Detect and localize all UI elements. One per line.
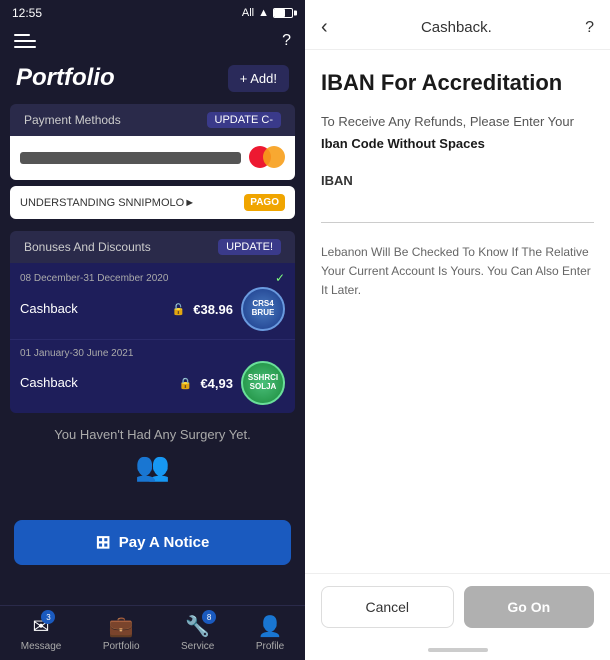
pay-notice-button[interactable]: ⊞ Pay A Notice — [14, 520, 291, 565]
cashback-item-2: 01 January-30 June 2021 Cashback 🔒 €4,93… — [10, 340, 295, 413]
service-icon: 🔧 8 — [185, 614, 210, 639]
pago-text: UNDERSTANDING SNNIPMOLO► — [20, 197, 195, 209]
note-text: Lebanon Will Be Checked To Know If The R… — [321, 243, 594, 301]
pago-row: UNDERSTANDING SNNIPMOLO► PAGO — [10, 186, 295, 219]
instruction-text: To Receive Any Refunds, Please Enter You… — [321, 112, 594, 153]
payment-methods-header: Payment Methods UPDATE C- — [10, 104, 295, 136]
network-label: All — [242, 7, 254, 19]
iban-input-wrapper — [321, 194, 594, 223]
portfolio-title: Portfolio — [16, 64, 115, 92]
cashback-label-1: Cashback — [20, 301, 78, 316]
cashback-badge-2: SSHRCI SOLJA — [241, 361, 285, 405]
bottom-indicator — [428, 648, 488, 652]
nav-profile[interactable]: 👤 Profile — [256, 614, 284, 652]
cashback-item-1: 08 December-31 December 2020 ✓ Cashback … — [10, 263, 295, 340]
right-help-icon[interactable]: ? — [585, 19, 594, 37]
cashback-amount-1: €38.96 — [193, 302, 233, 317]
help-icon[interactable]: ? — [282, 32, 291, 50]
no-surgery-message: You Haven't Had Any Surgery Yet. 👥 — [0, 413, 305, 512]
pago-logo: PAGO — [244, 194, 285, 211]
battery-icon — [273, 8, 293, 18]
right-panel-title: Cashback. — [421, 19, 492, 36]
iban-label: IBAN — [321, 173, 594, 188]
card-number-bar — [20, 152, 241, 164]
wifi-icon: ▲ — [258, 7, 269, 19]
nav-profile-label: Profile — [256, 641, 284, 652]
left-panel: 12:55 All ▲ ? Portfolio + Add! Payment M… — [0, 0, 305, 660]
time: 12:55 — [12, 6, 42, 20]
payment-methods-label: Payment Methods — [24, 113, 121, 127]
bonus-update-button[interactable]: UPDATE! — [218, 239, 281, 255]
payment-update-button[interactable]: UPDATE C- — [207, 112, 281, 128]
iban-input[interactable] — [321, 194, 594, 218]
unlock-icon-1: 🔓 — [172, 303, 186, 316]
nav-message-label: Message — [21, 641, 62, 652]
portfolio-header: Portfolio + Add! — [0, 60, 305, 104]
nav-message[interactable]: ✉ 3 Message — [21, 614, 62, 652]
message-badge: 3 — [41, 610, 55, 624]
go-on-button[interactable]: Go On — [464, 586, 595, 628]
nav-portfolio[interactable]: 💼 Portfolio — [103, 614, 140, 652]
lock-icon-2: 🔒 — [179, 377, 193, 390]
service-badge: 8 — [202, 610, 216, 624]
menu-button[interactable] — [14, 30, 42, 52]
back-button[interactable]: ‹ — [321, 16, 328, 39]
cashback-date-1: 08 December-31 December 2020 ✓ — [20, 271, 285, 285]
nav-portfolio-label: Portfolio — [103, 641, 140, 652]
mastercard-logo — [249, 146, 285, 170]
cashback-row-1: Cashback 🔓 €38.96 CRS4 BRUE — [20, 287, 285, 331]
card-container — [10, 136, 295, 180]
profile-icon: 👤 — [258, 614, 283, 639]
cashback-items: 08 December-31 December 2020 ✓ Cashback … — [10, 263, 295, 413]
bottom-nav: ✉ 3 Message 💼 Portfolio 🔧 8 Service 👤 Pr… — [0, 605, 305, 660]
cashback-label-2: Cashback — [20, 375, 78, 390]
portfolio-icon: 💼 — [109, 614, 134, 639]
right-header: ‹ Cashback. ? — [305, 0, 610, 50]
top-icons-row: ? — [0, 26, 305, 60]
right-content: IBAN For Accreditation To Receive Any Re… — [305, 50, 610, 573]
iban-heading: IBAN For Accreditation — [321, 70, 594, 96]
status-bar: 12:55 All ▲ — [0, 0, 305, 26]
cashback-amount-2: €4,93 — [200, 376, 233, 391]
check-icon: ✓ — [275, 271, 285, 285]
person-icon: 👥 — [133, 450, 173, 490]
cashback-badge-1: CRS4 BRUE — [241, 287, 285, 331]
nav-service-label: Service — [181, 641, 214, 652]
message-icon: ✉ 3 — [33, 614, 50, 639]
bonus-title: Bonuses And Discounts — [24, 240, 151, 254]
nav-service[interactable]: 🔧 8 Service — [181, 614, 214, 652]
status-icons: All ▲ — [242, 7, 293, 19]
cashback-date-2: 01 January-30 June 2021 — [20, 348, 285, 359]
qr-icon: ⊞ — [96, 532, 111, 553]
add-button[interactable]: + Add! — [228, 65, 289, 92]
right-footer: Cancel Go On — [305, 573, 610, 640]
right-bottom-bar — [305, 640, 610, 660]
cashback-row-2: Cashback 🔒 €4,93 SSHRCI SOLJA — [20, 361, 285, 405]
cancel-button[interactable]: Cancel — [321, 586, 454, 628]
bonus-header: Bonuses And Discounts UPDATE! — [10, 231, 295, 263]
right-panel: ‹ Cashback. ? IBAN For Accreditation To … — [305, 0, 610, 660]
